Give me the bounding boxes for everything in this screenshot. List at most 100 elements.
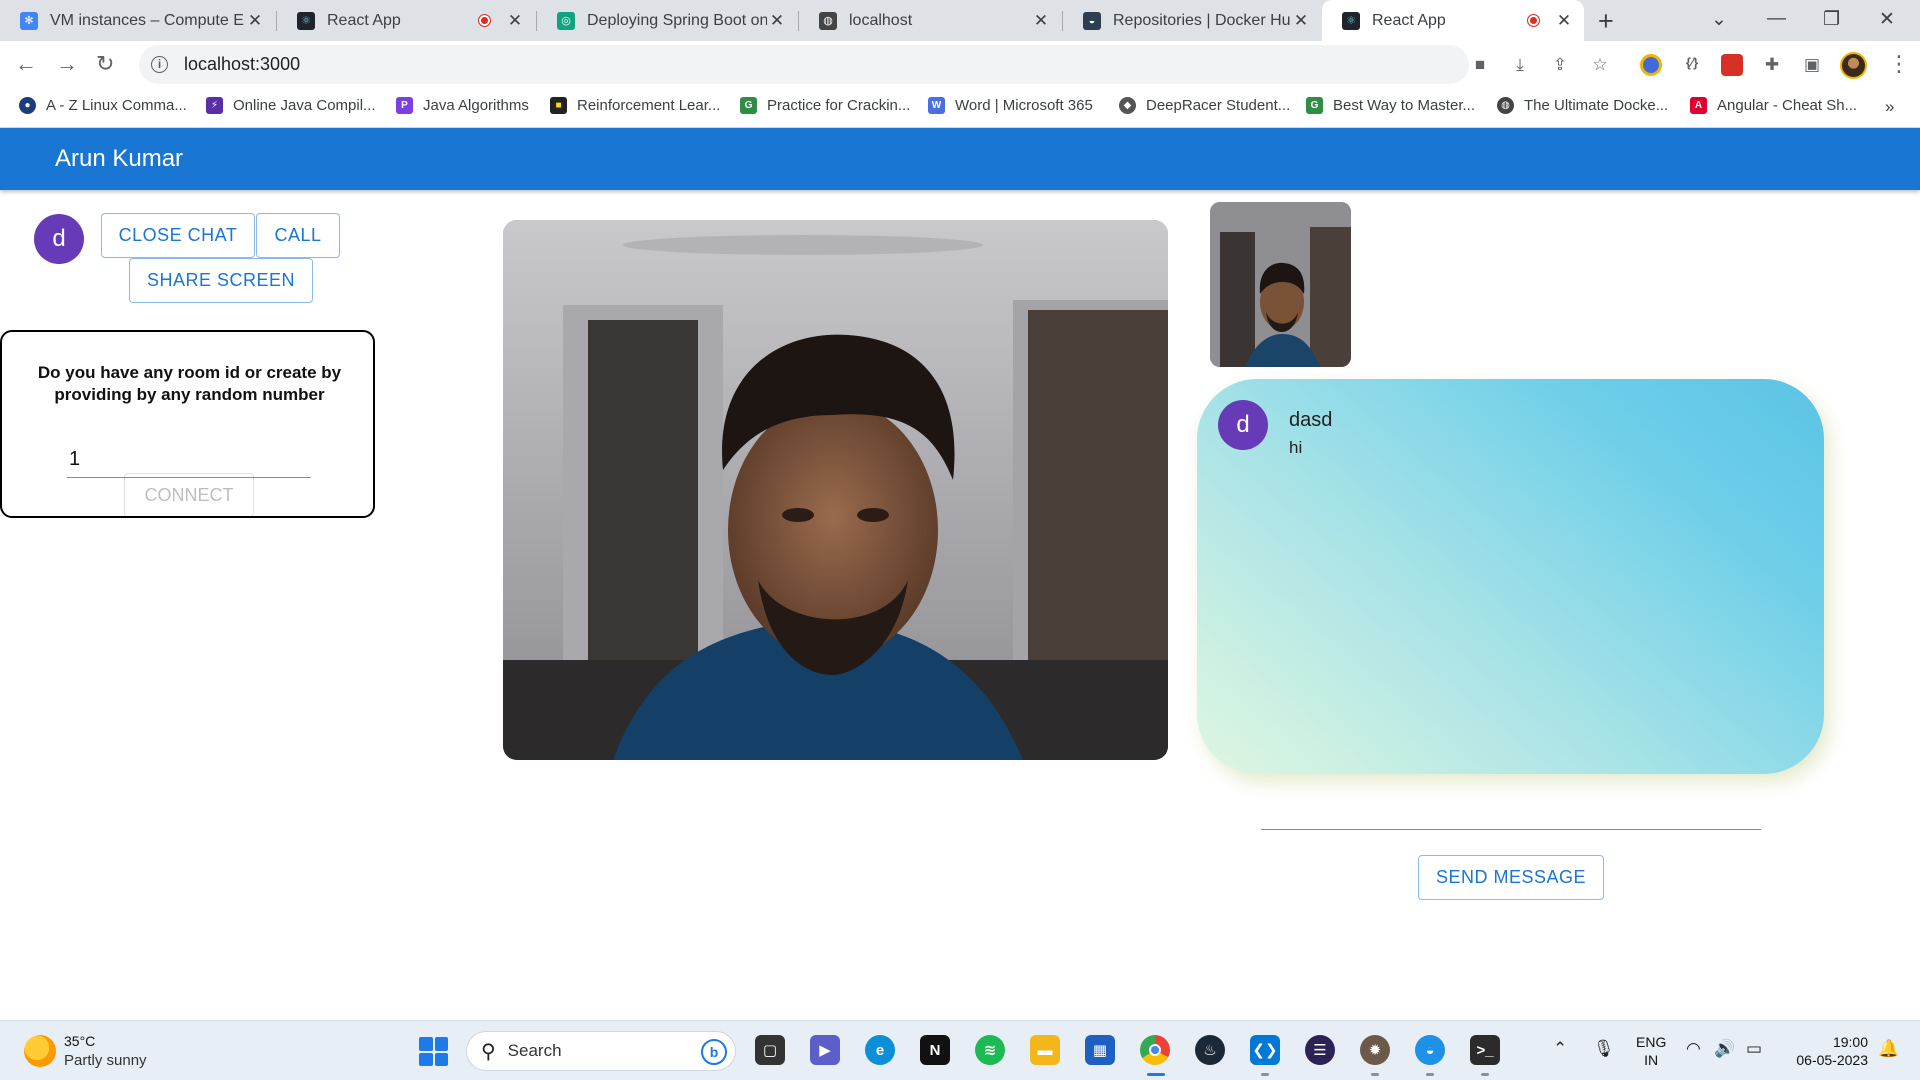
bookmark-label: Java Algorithms — [423, 97, 529, 114]
address-url: localhost:3000 — [184, 54, 301, 74]
bookmark-favicon: W — [928, 97, 945, 114]
tab-react-app-active[interactable]: ⚛ React App ✕ — [1322, 0, 1584, 41]
region-code: IN — [1644, 1052, 1659, 1068]
tab-title: localhost — [849, 11, 913, 29]
close-icon[interactable]: ✕ — [505, 11, 525, 31]
close-chat-button[interactable]: CLOSE CHAT — [101, 213, 255, 258]
profile-avatar[interactable] — [1840, 52, 1867, 79]
side-panel-icon[interactable]: ▣ — [1801, 55, 1823, 75]
reload-icon[interactable]: ↻ — [96, 51, 114, 77]
bing-icon[interactable]: b — [701, 1039, 727, 1065]
react-icon: ⚛ — [1342, 11, 1360, 30]
weather-description: Partly sunny — [64, 1052, 147, 1069]
call-button[interactable]: CALL — [256, 213, 340, 258]
bookmark-star-icon[interactable]: ☆ — [1589, 55, 1611, 75]
tab-title: Repositories | Docker Hub — [1113, 11, 1291, 29]
forward-arrow-icon[interactable]: → — [56, 51, 78, 77]
tab-vm-instances[interactable]: ✻ VM instances – Compute Engine ✕ — [0, 0, 275, 41]
file-explorer-icon[interactable]: ▬ — [1030, 1035, 1060, 1065]
edge-icon[interactable]: e — [865, 1035, 895, 1065]
vscode-icon[interactable]: ❮❯ — [1250, 1035, 1280, 1065]
bookmark-item[interactable]: A Angular - Cheat Sh... — [1690, 97, 1857, 114]
notion-icon[interactable]: N — [920, 1035, 950, 1065]
microphone-icon[interactable]: 🎙 — [1593, 1039, 1615, 1059]
install-app-icon[interactable]: ⤓ — [1509, 55, 1531, 75]
bookmark-item[interactable]: ⚡ Online Java Compil... — [206, 97, 376, 114]
bookmark-item[interactable]: P Java Algorithms — [396, 97, 529, 114]
language-indicator[interactable]: ENG IN — [1636, 1033, 1666, 1069]
clock-date: 06-05-2023 — [1796, 1052, 1868, 1068]
eclipse-icon[interactable]: ☰ — [1305, 1035, 1335, 1065]
puzzle-extensions-icon[interactable]: ✚ — [1761, 55, 1783, 75]
task-view-icon[interactable]: ▢ — [755, 1035, 785, 1065]
tab-react-app-1[interactable]: ⚛ React App ✕ — [277, 0, 535, 41]
close-icon[interactable]: ✕ — [1291, 11, 1311, 31]
share-icon[interactable]: ⇪ — [1549, 55, 1571, 75]
extension-icon[interactable] — [1721, 54, 1743, 76]
video-frame — [503, 220, 1168, 760]
spotify-icon[interactable]: ≋ — [975, 1035, 1005, 1065]
running-app-indicator — [1261, 1073, 1269, 1076]
minimize-button[interactable]: — — [1767, 8, 1786, 30]
bookmark-label: Angular - Cheat Sh... — [1717, 97, 1858, 114]
tab-docker-hub[interactable]: ◒ Repositories | Docker Hub ✕ — [1063, 0, 1321, 41]
message-sender: dasd — [1289, 409, 1333, 431]
more-menu-icon[interactable]: ⋮ — [1888, 51, 1910, 77]
tab-title: VM instances – Compute Engine — [50, 11, 245, 29]
volume-icon[interactable]: 🔊 — [1714, 1039, 1735, 1059]
json-extension-icon[interactable]: {⁄} — [1681, 55, 1703, 75]
site-info-icon[interactable]: i — [151, 56, 168, 73]
bookmark-item[interactable]: ◍ The Ultimate Docke... — [1497, 97, 1668, 114]
share-screen-button[interactable]: SHARE SCREEN — [129, 258, 313, 303]
close-icon[interactable]: ✕ — [1031, 11, 1051, 31]
bookmark-item[interactable]: G Best Way to Master... — [1306, 97, 1475, 114]
app-icon[interactable]: ✹ — [1360, 1035, 1390, 1065]
tab-localhost[interactable]: ◍ localhost ✕ — [799, 0, 1061, 41]
send-message-button[interactable]: SEND MESSAGE — [1418, 855, 1604, 900]
bookmark-item[interactable]: ◆ DeepRacer Student... — [1119, 97, 1290, 114]
taskbar-search[interactable]: ⚲ Search b — [466, 1031, 736, 1071]
recording-icon — [478, 14, 491, 27]
back-arrow-icon[interactable]: ← — [15, 51, 37, 77]
bookmark-item[interactable]: ■ Reinforcement Lear... — [550, 97, 720, 114]
address-bar[interactable]: i localhost:3000 ■ ⤓ ⇪ ☆ — [139, 45, 1608, 84]
extension-icon[interactable] — [1640, 54, 1662, 76]
new-tab-button[interactable]: + — [1598, 6, 1614, 37]
chrome-icon[interactable] — [1140, 1035, 1170, 1065]
bookmark-item[interactable]: ● A - Z Linux Comma... — [19, 97, 187, 114]
recording-icon — [1527, 14, 1540, 27]
weather-sun-icon[interactable] — [24, 1035, 56, 1067]
microsoft-store-icon[interactable]: ▦ — [1085, 1035, 1115, 1065]
room-question-text: Do you have any room id or create by pro… — [37, 363, 342, 404]
bookmark-favicon: P — [396, 97, 413, 114]
bookmark-favicon: ● — [19, 97, 36, 114]
close-icon[interactable]: ✕ — [767, 11, 787, 31]
bookmarks-overflow-icon[interactable]: » — [1885, 97, 1894, 117]
tab-title: React App — [327, 11, 401, 29]
message-input[interactable] — [1261, 800, 1761, 830]
tray-overflow-chevron-icon[interactable]: ⌃ — [1553, 1039, 1567, 1059]
connect-button[interactable]: CONNECT — [124, 473, 254, 517]
running-app-indicator — [1426, 1073, 1434, 1076]
window-close-button[interactable]: ✕ — [1879, 8, 1895, 31]
teams-chat-icon[interactable]: ▶ — [810, 1035, 840, 1065]
wifi-icon[interactable]: ◠ — [1686, 1039, 1701, 1059]
tab-deploying-spring-boot[interactable]: ◎ Deploying Spring Boot on GCP ✕ — [537, 0, 797, 41]
steam-icon[interactable]: ♨ — [1195, 1035, 1225, 1065]
bookmark-item[interactable]: W Word | Microsoft 365 — [928, 97, 1093, 114]
terminal-icon[interactable]: >_ — [1470, 1035, 1500, 1065]
tab-search-chevron-icon[interactable]: ⌄ — [1711, 8, 1727, 31]
battery-icon[interactable]: ▭ — [1746, 1039, 1762, 1059]
system-clock[interactable]: 19:00 06-05-2023 — [1788, 1033, 1868, 1069]
bookmark-favicon: G — [740, 97, 757, 114]
close-icon[interactable]: ✕ — [1554, 11, 1574, 31]
message-text: hi — [1289, 438, 1303, 457]
camera-icon[interactable]: ■ — [1469, 55, 1491, 75]
notification-bell-icon[interactable]: 🔔 — [1878, 1039, 1899, 1059]
start-button[interactable] — [419, 1037, 448, 1066]
docker-desktop-icon[interactable]: ◒ — [1415, 1035, 1445, 1065]
restore-button[interactable]: ❐ — [1823, 8, 1840, 31]
bookmark-item[interactable]: G Practice for Crackin... — [740, 97, 910, 114]
start-tile — [419, 1037, 433, 1051]
close-icon[interactable]: ✕ — [245, 11, 265, 31]
